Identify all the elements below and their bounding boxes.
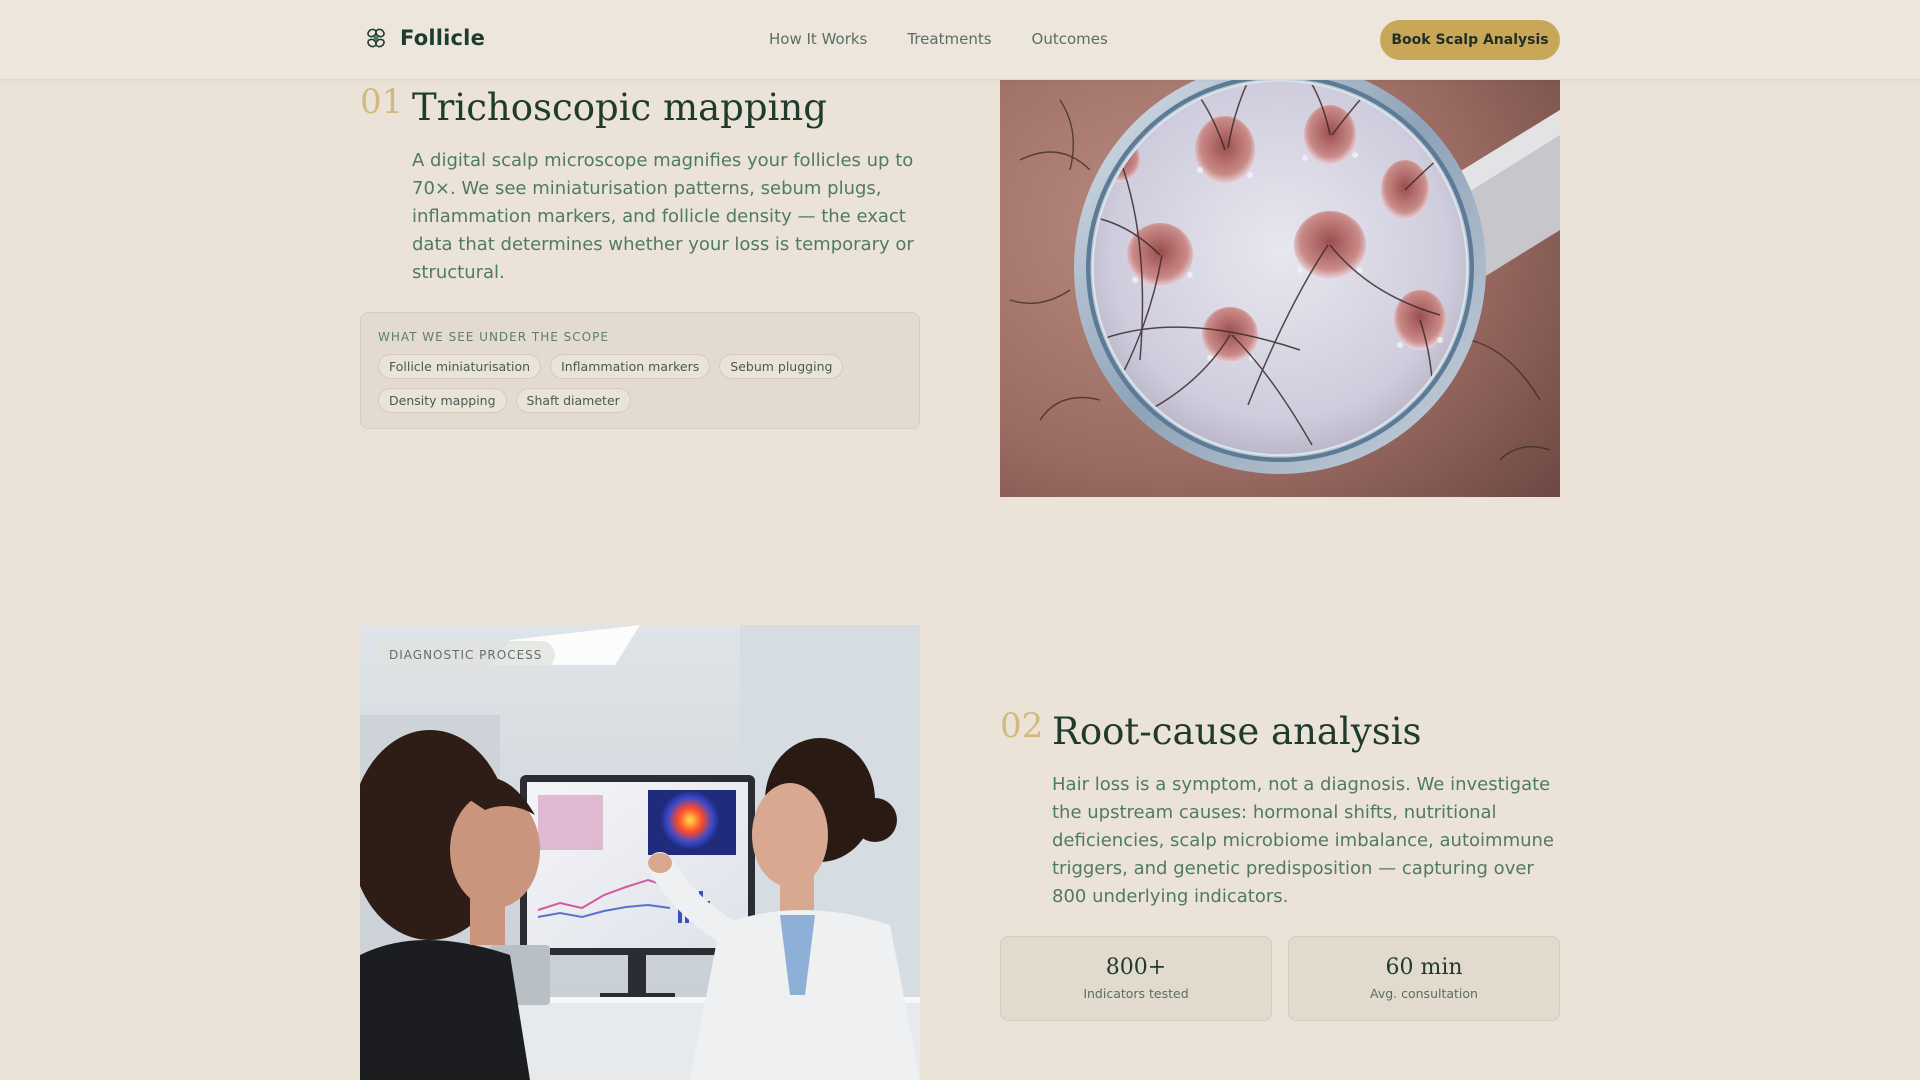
description-line: 800 underlying indicators. — [1052, 886, 1289, 907]
stat-label: Avg. consultation — [1370, 986, 1478, 1001]
description-line: Hair loss is a symptom, not a diagnosis.… — [1052, 774, 1551, 795]
nav-outcomes[interactable]: Outcomes — [1032, 30, 1108, 48]
nav-treatments[interactable]: Treatments — [907, 30, 991, 48]
main-nav: How It Works Treatments Outcomes — [769, 30, 1108, 48]
scope-findings-label: WHAT WE SEE UNDER THE SCOPE — [378, 330, 609, 344]
diagnostic-process-badge: DIAGNOSTIC PROCESS — [376, 641, 556, 669]
stat-value: 60 min — [1385, 955, 1463, 980]
stat-card-consultation: 60 min Avg. consultation — [1288, 936, 1560, 1021]
brand-name: Follicle — [400, 26, 486, 50]
tag-row: Density mapping Shaft diameter — [378, 388, 631, 413]
stat-value: 800+ — [1105, 955, 1167, 980]
description-line: inflammation markers, and follicle densi… — [412, 206, 906, 227]
brand[interactable]: Follicle — [364, 26, 485, 50]
diagnostic-consultation-image — [360, 625, 920, 1080]
stat-label: Indicators tested — [1083, 986, 1189, 1001]
follicle-logo-icon — [367, 28, 385, 48]
tag-inflammation-markers: Inflammation markers — [550, 354, 711, 379]
nav-how-it-works[interactable]: How It Works — [769, 30, 867, 48]
tag-sebum-plugging: Sebum plugging — [719, 354, 844, 379]
section1-description: A digital scalp microscope magnifies you… — [412, 147, 932, 287]
section-title-trichoscopic-mapping: Trichoscopic mapping — [412, 86, 827, 129]
site-header: Follicle How It Works Treatments Outcome… — [0, 0, 1920, 80]
stat-card-indicators: 800+ Indicators tested — [1000, 936, 1272, 1021]
scalp-microscope-image — [1000, 40, 1560, 497]
description-line: the upstream causes: hormonal shifts, nu… — [1052, 802, 1497, 823]
description-line: A digital scalp microscope magnifies you… — [412, 150, 914, 171]
description-line: triggers, and genetic predisposition — c… — [1052, 858, 1534, 879]
description-line: deficiencies, scalp microbiome imbalance… — [1052, 830, 1554, 851]
section2-description: Hair loss is a symptom, not a diagnosis.… — [1052, 771, 1572, 911]
tag-row: Follicle miniaturisation Inflammation ma… — [378, 354, 844, 379]
description-line: 70×. We see miniaturisation patterns, se… — [412, 178, 882, 199]
step-number-02: 02 — [1000, 706, 1044, 746]
scope-findings-card: WHAT WE SEE UNDER THE SCOPE Follicle min… — [360, 312, 920, 429]
tag-shaft-diameter: Shaft diameter — [515, 388, 631, 413]
section-title-root-cause-analysis: Root-cause analysis — [1052, 710, 1422, 753]
tag-follicle-miniaturisation: Follicle miniaturisation — [378, 354, 542, 379]
book-scalp-analysis-button[interactable]: Book Scalp Analysis — [1380, 20, 1560, 60]
description-line: structural. — [412, 262, 505, 283]
step-number-01: 01 — [360, 82, 404, 122]
tag-density-mapping: Density mapping — [378, 388, 507, 413]
description-line: data that determines whether your loss i… — [412, 234, 914, 255]
